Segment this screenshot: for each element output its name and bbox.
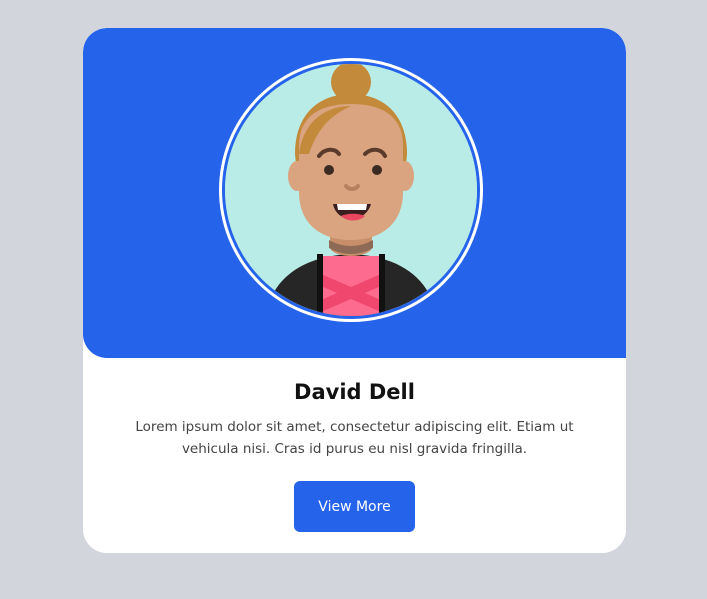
profile-bio: Lorem ipsum dolor sit amet, consectetur … <box>135 419 574 457</box>
person-illustration-icon <box>225 64 477 316</box>
avatar <box>219 58 483 322</box>
profile-card: David Dell Lorem ipsum dolor sit amet, c… <box>83 28 626 553</box>
profile-name: David Dell <box>294 380 415 404</box>
view-more-button[interactable]: View More <box>294 481 415 532</box>
avatar-illustration <box>225 64 477 316</box>
